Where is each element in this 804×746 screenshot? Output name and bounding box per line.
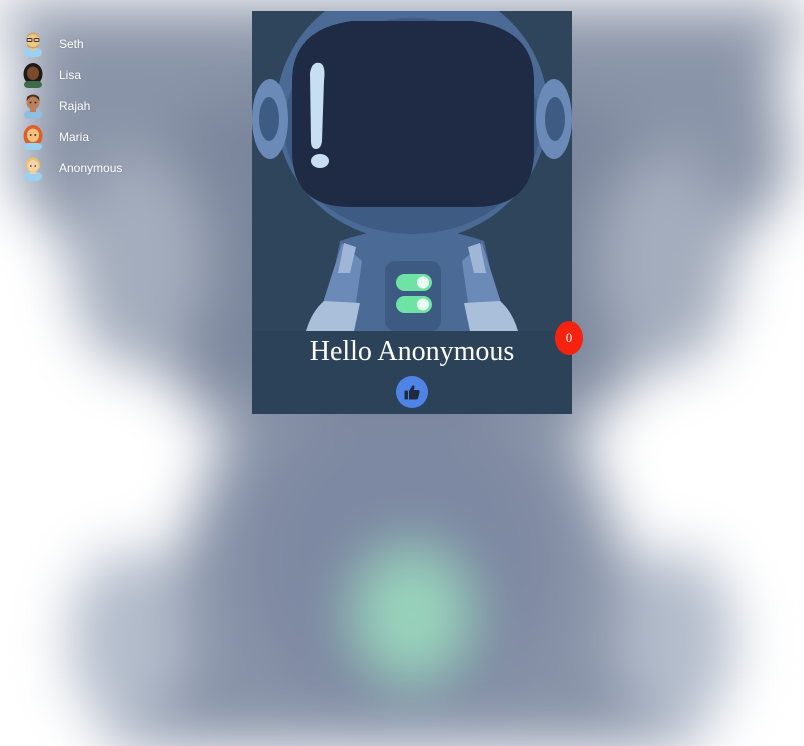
- user-item-anonymous[interactable]: Anonymous: [22, 152, 122, 183]
- user-list: Seth Lisa Rajah Maria Anonymous: [22, 28, 122, 183]
- user-name: Maria: [59, 129, 90, 144]
- user-item-maria[interactable]: Maria: [22, 121, 122, 152]
- user-name: Lisa: [59, 67, 82, 82]
- user-name: Anonymous: [59, 160, 123, 175]
- astronaut-icon: [252, 11, 572, 331]
- user-item-seth[interactable]: Seth: [22, 28, 122, 59]
- medium-skin-man-avatar-icon: [24, 94, 42, 119]
- thumbs-up-icon: [404, 385, 420, 400]
- like-count-badge: 0: [555, 321, 583, 355]
- greeting-text: Hello Anonymous: [309, 336, 515, 367]
- user-item-lisa[interactable]: Lisa: [22, 59, 122, 90]
- red-hair-woman-avatar-icon: [23, 124, 43, 150]
- user-name: Rajah: [59, 98, 91, 113]
- user-name: Seth: [59, 36, 84, 51]
- dark-skin-woman-avatar-icon: [23, 62, 43, 88]
- man-with-glasses-avatar-icon: [24, 32, 42, 57]
- like-button[interactable]: [396, 376, 428, 408]
- blonde-person-avatar-icon: [24, 157, 42, 181]
- user-item-rajah[interactable]: Rajah: [22, 90, 122, 121]
- profile-card: Hello Anonymous: [252, 11, 572, 414]
